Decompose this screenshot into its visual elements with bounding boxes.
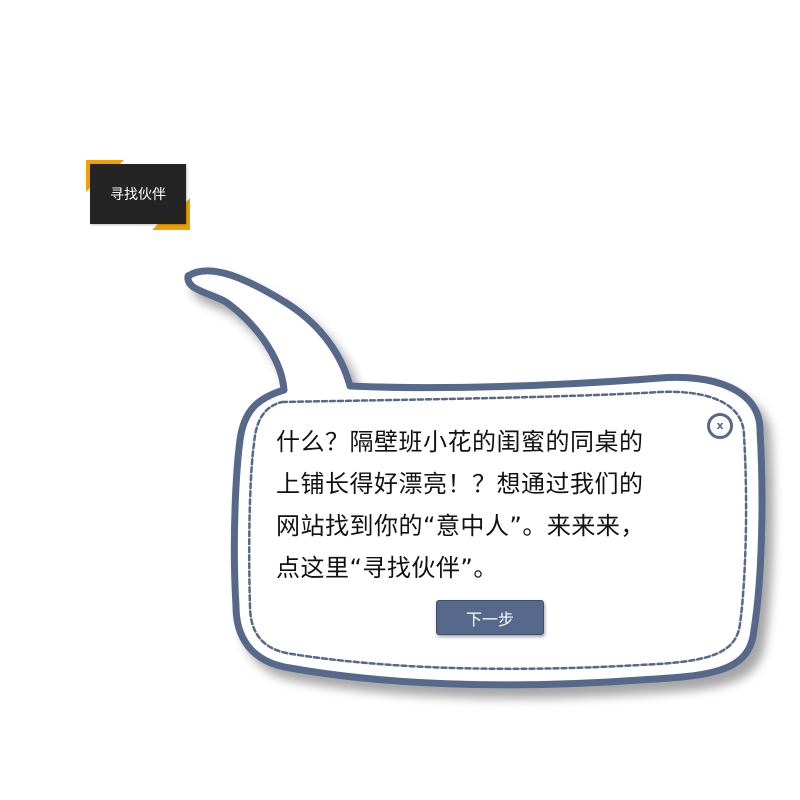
close-button[interactable]: x: [707, 413, 733, 439]
close-icon: x: [716, 419, 724, 432]
bubble-message-line: 上铺长得好漂亮！？想通过我们的: [276, 470, 644, 498]
bubble-message-line: 网站找到你的“意中人”。来来来，: [276, 512, 645, 540]
bubble-message-line: 点这里“寻找伙伴”。: [276, 554, 498, 582]
bubble-message: 什么？隔壁班小花的闺蜜的同桌的 上铺长得好漂亮！？想通过我们的 网站找到你的“意…: [276, 421, 716, 589]
next-step-button[interactable]: 下一步: [436, 600, 544, 635]
bubble-message-line: 什么？隔壁班小花的闺蜜的同桌的: [276, 428, 644, 456]
speech-bubble: [184, 267, 766, 689]
onboarding-tip-overlay: 寻找伙伴 什么？隔壁班小花的闺蜜的同桌的 上铺长得好漂亮！？想通过我们的 网站找…: [0, 0, 800, 800]
